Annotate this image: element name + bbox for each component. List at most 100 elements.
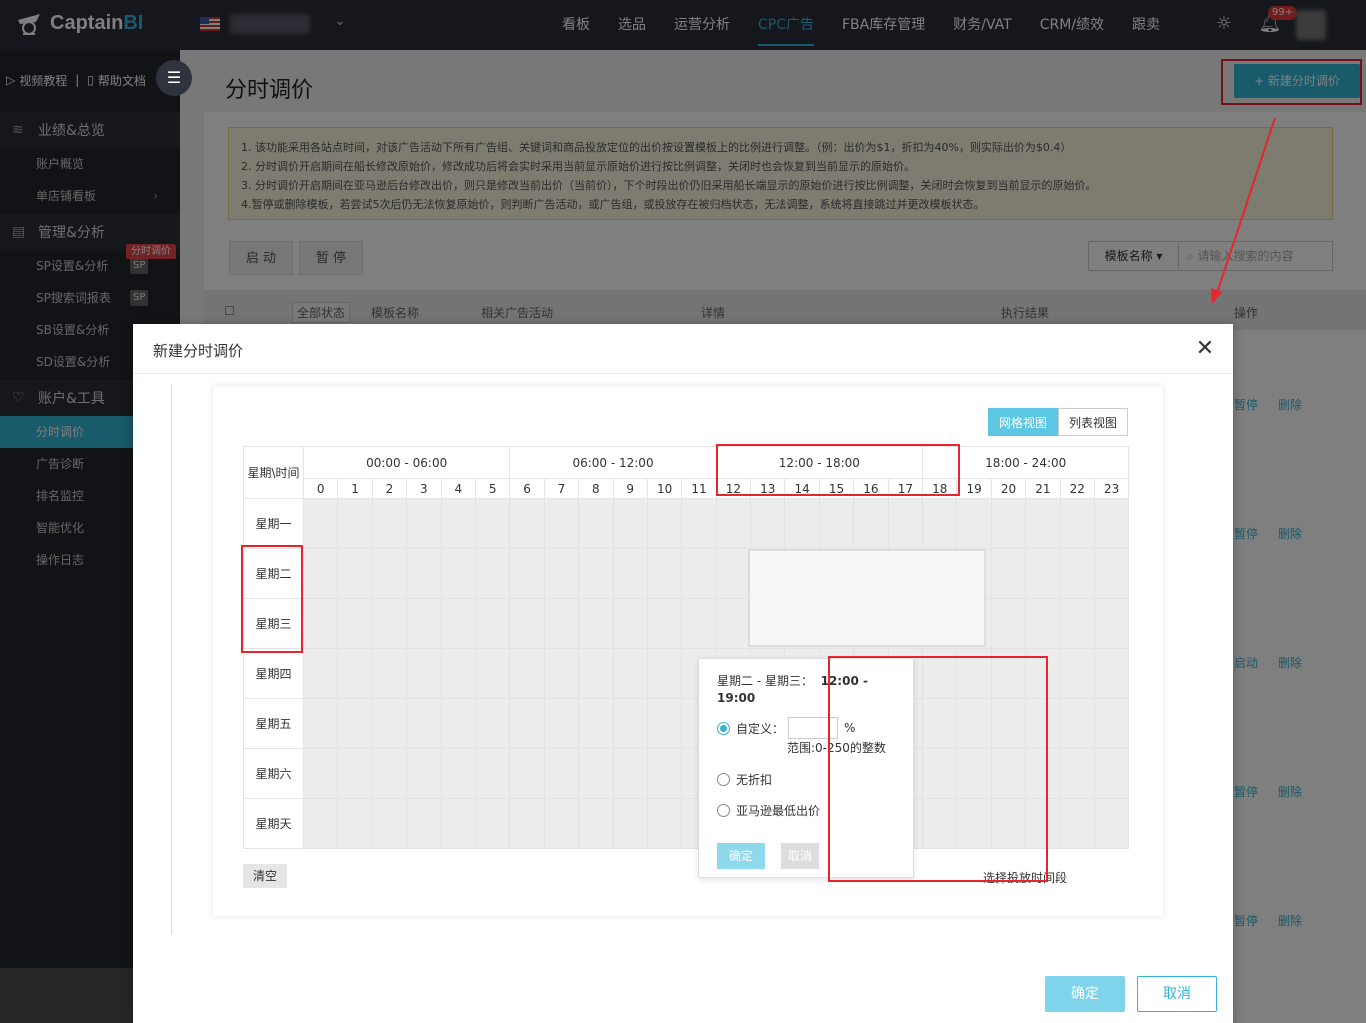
time-slot[interactable] bbox=[337, 598, 373, 649]
time-slot[interactable] bbox=[371, 648, 408, 699]
no-discount-radio[interactable] bbox=[717, 772, 730, 786]
time-slot[interactable] bbox=[1025, 548, 1061, 599]
time-slot[interactable] bbox=[612, 798, 648, 849]
time-slot[interactable] bbox=[371, 548, 408, 599]
time-slot[interactable] bbox=[543, 548, 580, 599]
time-slot[interactable] bbox=[509, 498, 545, 549]
time-slot[interactable] bbox=[1059, 548, 1095, 599]
time-slot[interactable] bbox=[337, 648, 373, 699]
time-slot[interactable] bbox=[990, 498, 1027, 549]
time-slot[interactable] bbox=[681, 498, 717, 549]
clear-button[interactable]: 清空 bbox=[243, 864, 287, 888]
time-slot[interactable] bbox=[784, 498, 820, 549]
time-slot[interactable] bbox=[646, 498, 683, 549]
time-slot[interactable] bbox=[1093, 748, 1130, 799]
time-slot[interactable] bbox=[509, 548, 545, 599]
time-slot[interactable] bbox=[578, 498, 614, 549]
selected-range[interactable] bbox=[748, 549, 986, 647]
time-slot[interactable] bbox=[578, 748, 614, 799]
time-slot[interactable] bbox=[715, 548, 752, 599]
time-slot[interactable] bbox=[474, 698, 511, 749]
time-slot[interactable] bbox=[440, 798, 476, 849]
time-slot[interactable] bbox=[302, 748, 339, 799]
time-slot[interactable] bbox=[337, 548, 373, 599]
time-slot[interactable] bbox=[1093, 598, 1130, 649]
time-slot[interactable] bbox=[440, 548, 476, 599]
time-slot[interactable] bbox=[406, 648, 442, 699]
time-slot[interactable] bbox=[302, 548, 339, 599]
popup-ok-button[interactable]: 确定 bbox=[717, 843, 765, 869]
time-slot[interactable] bbox=[646, 548, 683, 599]
time-slot[interactable] bbox=[302, 648, 339, 699]
close-icon[interactable]: ✕ bbox=[1193, 336, 1217, 361]
time-slot[interactable] bbox=[543, 748, 580, 799]
modal-cancel-button[interactable]: 取消 bbox=[1137, 976, 1217, 1012]
time-slot[interactable] bbox=[1025, 598, 1061, 649]
time-slot[interactable] bbox=[406, 698, 442, 749]
time-slot[interactable] bbox=[474, 498, 511, 549]
time-slot[interactable] bbox=[1093, 648, 1130, 699]
time-slot[interactable] bbox=[509, 748, 545, 799]
time-slot[interactable] bbox=[371, 498, 408, 549]
sidebar-collapse-button[interactable]: ☰ bbox=[156, 60, 192, 96]
time-slot[interactable] bbox=[1059, 798, 1095, 849]
time-slot[interactable] bbox=[406, 798, 442, 849]
time-slot[interactable] bbox=[578, 798, 614, 849]
time-slot[interactable] bbox=[1059, 498, 1095, 549]
time-slot[interactable] bbox=[612, 648, 648, 699]
time-slot[interactable] bbox=[440, 648, 476, 699]
time-slot[interactable] bbox=[1059, 648, 1095, 699]
time-slot[interactable] bbox=[440, 748, 476, 799]
time-slot[interactable] bbox=[302, 498, 339, 549]
time-slot[interactable] bbox=[715, 598, 752, 649]
time-slot[interactable] bbox=[578, 648, 614, 699]
popup-cancel-button[interactable]: 取消 bbox=[781, 843, 819, 869]
time-slot[interactable] bbox=[337, 798, 373, 849]
time-slot[interactable] bbox=[1059, 748, 1095, 799]
time-slot[interactable] bbox=[1093, 548, 1130, 599]
time-slot[interactable] bbox=[646, 798, 683, 849]
time-slot[interactable] bbox=[406, 548, 442, 599]
time-slot[interactable] bbox=[371, 798, 408, 849]
time-slot[interactable] bbox=[612, 698, 648, 749]
time-slot[interactable] bbox=[612, 598, 648, 649]
time-slot[interactable] bbox=[337, 748, 373, 799]
time-slot[interactable] bbox=[543, 648, 580, 699]
time-slot[interactable] bbox=[922, 498, 958, 549]
time-slot[interactable] bbox=[440, 698, 476, 749]
time-slot[interactable] bbox=[578, 698, 614, 749]
time-slot[interactable] bbox=[474, 748, 511, 799]
time-slot[interactable] bbox=[646, 748, 683, 799]
time-slot[interactable] bbox=[474, 598, 511, 649]
time-slot[interactable] bbox=[474, 798, 511, 849]
time-slot[interactable] bbox=[1059, 598, 1095, 649]
time-slot[interactable] bbox=[578, 598, 614, 649]
time-slot[interactable] bbox=[337, 698, 373, 749]
custom-radio[interactable] bbox=[717, 721, 730, 735]
time-slot[interactable] bbox=[853, 498, 889, 549]
time-slot[interactable] bbox=[646, 698, 683, 749]
time-slot[interactable] bbox=[302, 598, 339, 649]
time-slot[interactable] bbox=[337, 498, 373, 549]
time-slot[interactable] bbox=[509, 598, 545, 649]
time-slot[interactable] bbox=[440, 598, 476, 649]
time-slot[interactable] bbox=[302, 798, 339, 849]
time-slot[interactable] bbox=[406, 598, 442, 649]
time-slot[interactable] bbox=[612, 548, 648, 599]
time-slot[interactable] bbox=[1093, 698, 1130, 749]
time-slot[interactable] bbox=[406, 748, 442, 799]
time-slot[interactable] bbox=[1059, 698, 1095, 749]
time-slot[interactable] bbox=[681, 548, 717, 599]
time-slot[interactable] bbox=[543, 798, 580, 849]
time-slot[interactable] bbox=[509, 798, 545, 849]
time-slot[interactable] bbox=[681, 598, 717, 649]
time-slot[interactable] bbox=[818, 498, 855, 549]
modal-ok-button[interactable]: 确定 bbox=[1045, 976, 1125, 1012]
time-slot[interactable] bbox=[440, 498, 476, 549]
time-slot[interactable] bbox=[1093, 498, 1130, 549]
time-slot[interactable] bbox=[612, 748, 648, 799]
amazon-min-radio[interactable] bbox=[717, 803, 730, 817]
time-slot[interactable] bbox=[956, 498, 992, 549]
time-slot[interactable] bbox=[750, 498, 786, 549]
time-slot[interactable] bbox=[612, 498, 648, 549]
